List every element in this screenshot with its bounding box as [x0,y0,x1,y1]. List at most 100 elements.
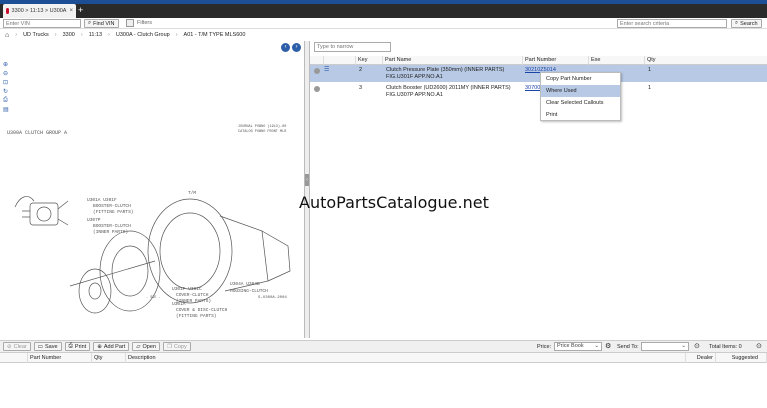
criteria-input[interactable] [617,19,727,28]
row-part-name: Clutch Pressure Plate (350mm) (INNER PAR… [386,67,505,73]
search-button[interactable]: ⌕ Search [731,19,762,28]
plus-icon: ⊕ [97,343,102,350]
row-qty: 1 [648,67,652,73]
menu-item-where-used[interactable]: Where Used [541,85,620,97]
parts-list-body [0,363,767,408]
printer-icon: ⎙ [68,343,73,349]
clear-icon: ⊘ [7,343,12,350]
callout-label[interactable]: U301A U301F [87,197,117,203]
illustration-pane: ‹ › ⊕ ⊖ ⊡ ↻ ⎙ ▤ U300A CLUTCH GROUP A JOU… [0,41,305,338]
row-key: 2 [359,67,363,73]
rotate-icon[interactable]: ↻ [3,88,9,95]
breadcrumb-item[interactable]: 11:13 [89,32,102,38]
callout-text: (INNER PARTS) [176,298,211,304]
col-header-part-name[interactable]: Part Name [383,56,523,65]
toolbar-buttons: ⊘ Clear ▭ Save ⎙ Print ⊕ Add Part ▱ Open ❐ Cop… [3,342,191,351]
callout-text: BOOSTER-CLUTCH [93,203,131,209]
tm-label: T/M [188,190,196,196]
breadcrumb-item[interactable]: U300A - Clutch Group [116,32,170,38]
menu-item-clear-callouts[interactable]: Clear Selected Callouts [541,97,620,109]
col-header-icons [324,56,356,65]
previous-illustration-icon[interactable]: ‹ [281,43,290,52]
table-row[interactable]: 3 Clutch Booster (UD2600) 2011MY (INNER … [310,83,767,100]
save-label: Save [44,343,58,350]
col-header-key[interactable]: Key [356,56,383,65]
clear-button[interactable]: ⊘ Clear [3,342,31,351]
dropdown-icon[interactable]: ⊙ [756,342,762,350]
menu-item-copy-part-number[interactable]: Copy Part Number [541,73,620,85]
narrow-input[interactable] [314,42,391,52]
search-icon: ⌕ [88,20,92,26]
booster-drawing [14,196,69,226]
price-select-value: Price Book [557,343,584,349]
next-illustration-icon[interactable]: › [292,43,301,52]
copy-icon: ❐ [166,343,172,350]
print-illustration-icon[interactable]: ⎙ [3,97,9,104]
bottom-col-select [0,353,28,363]
col-header-part-number[interactable]: Part Number [523,56,589,65]
row-part-name: Clutch Booster (UD2600) 2011MY (INNER PA… [386,85,511,91]
find-vin-label: Find VIN [93,20,115,27]
breadcrumb-item[interactable]: UD Trucks [23,32,49,38]
bottom-col-suggested[interactable]: Suggested [716,353,767,363]
tab-title: 3300 > 11:13 > U300A [11,8,67,14]
callout-label[interactable]: U301F U301C [172,286,202,292]
filter-checkbox[interactable] [126,19,134,27]
new-tab-button[interactable]: + [78,4,83,16]
bottom-col-description[interactable]: Description [126,353,686,363]
chevron-down-icon: ⌄ [594,343,599,349]
active-tab[interactable]: 3300 > 11:13 > U300A × [3,4,76,18]
chevron-right-icon: › [15,32,18,38]
search-button-label: Search [740,20,758,27]
vin-input[interactable] [3,19,81,28]
close-tab-icon[interactable]: × [69,8,73,14]
callout-text: (FITTING PARTS) [93,209,134,215]
total-items: Total Items: 0 [709,344,742,350]
context-menu: Copy Part Number Where Used Clear Select… [540,72,621,121]
send-icon[interactable]: ⊙ [694,342,700,350]
bottom-col-dealer[interactable]: Dealer [686,353,716,363]
export-icon[interactable]: ▤ [3,106,9,113]
save-icon: ▭ [37,343,43,350]
bottom-col-part-number[interactable]: Part Number [28,353,92,363]
parts-list-header: Part Number Qty Description Dealer Sugge… [0,353,767,363]
find-vin-button[interactable]: ⌕ Find VIN [84,19,119,28]
tab-strip [0,4,767,18]
chevron-right-icon: › [54,32,57,38]
menu-item-print[interactable]: Print [541,109,620,121]
folder-icon: ▱ [136,343,141,350]
col-header-qty[interactable]: Qty [645,56,767,65]
add-part-button[interactable]: ⊕ Add Part [93,342,130,351]
send-to-select[interactable]: ⌄ [641,342,689,351]
price-select[interactable]: Price Book ⌄ [554,342,602,351]
zoom-out-icon[interactable]: ⊖ [3,70,9,77]
row-qty: 1 [648,85,652,91]
price-label: Price: [537,344,552,350]
filters-toggle[interactable]: Filters [126,19,152,27]
list-icon[interactable]: ☰ [324,67,329,74]
print-button[interactable]: ⎙ Print [64,342,91,351]
breadcrumb: ⌂ › UD Trucks › 3300 › 11:13 › U300A - C… [0,30,767,40]
callout-text: BOOSTER-CLUTCH [93,223,131,229]
row-fig: FIG.U301F APP.NO.A1 [386,74,443,80]
fit-page-icon[interactable]: ⊡ [3,79,9,86]
settings-icon[interactable]: ⚙ [605,342,611,350]
row-status-icon [314,86,320,92]
row-status-icon [314,68,320,74]
bottom-col-qty[interactable]: Qty [92,353,126,363]
save-button[interactable]: ▭ Save [33,342,62,351]
open-button[interactable]: ▱ Open [132,342,160,351]
row-key: 3 [359,85,363,91]
col-header-exe[interactable]: Exe [589,56,645,65]
diagram-group-label: U300A CLUTCH GROUP A [7,130,67,136]
chevron-right-icon: › [80,32,83,38]
chevron-right-icon: › [175,32,178,38]
callout-label[interactable]: U307P [87,217,101,223]
copy-button[interactable]: ❐ Copy [162,342,191,351]
filters-label: Filters [137,20,152,26]
zoom-in-icon[interactable]: ⊕ [3,61,9,68]
parts-pane: Key Part Name Part Number Exe Qty ☰ 2 Cl… [309,41,767,338]
table-row[interactable]: ☰ 2 Clutch Pressure Plate (350mm) (INNER… [310,65,767,82]
breadcrumb-item[interactable]: 3300 [63,32,75,38]
home-icon[interactable]: ⌂ [5,32,9,39]
